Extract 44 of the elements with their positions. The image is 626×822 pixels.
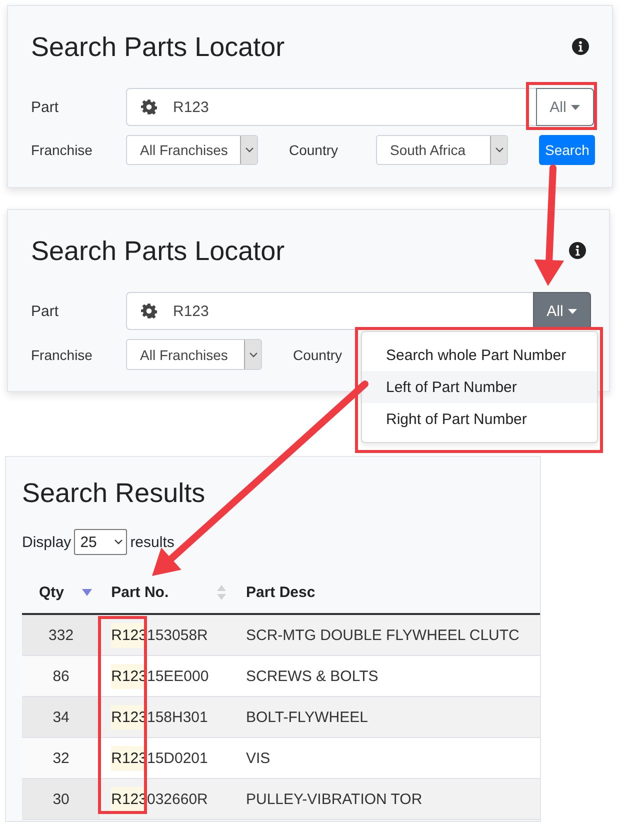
part-search-field[interactable]: R123 All — [126, 88, 594, 126]
field-label: Country — [289, 142, 340, 158]
field-label: Part — [31, 302, 60, 320]
qty-cell: 30 — [22, 778, 100, 820]
qty-cell: 34 — [22, 696, 100, 738]
chevron-icon — [114, 539, 123, 545]
caret-icon — [568, 308, 578, 314]
info-icon[interactable] — [569, 242, 586, 259]
search-button[interactable]: Search — [539, 135, 596, 165]
gear-icon[interactable] — [141, 99, 157, 115]
column-header[interactable]: Part No. — [111, 584, 169, 600]
menu-item[interactable]: Search whole Part Number — [362, 339, 597, 371]
field-label: Franchise — [31, 346, 94, 362]
column-header[interactable]: Part Desc — [246, 584, 316, 600]
franchise-select[interactable]: All Franchises — [126, 135, 258, 165]
display-label: Display — [22, 534, 72, 550]
info-icon[interactable] — [572, 38, 589, 55]
franchise-select[interactable]: All Franchises — [126, 339, 262, 370]
gear-icon[interactable] — [141, 303, 157, 319]
caret-icon — [571, 104, 580, 110]
part-search-field[interactable]: R123 All — [126, 292, 591, 330]
search-mode-button[interactable]: All — [536, 88, 594, 126]
field-label: Part — [31, 98, 60, 116]
chevron-icon — [494, 147, 504, 153]
country-select[interactable]: South Africa — [376, 135, 508, 165]
field-label: Franchise — [31, 142, 94, 158]
column-header[interactable]: Qty — [39, 584, 64, 600]
chevron-icon — [248, 352, 258, 358]
panel-title: Search Results — [22, 477, 206, 510]
qty-cell: 332 — [22, 614, 100, 656]
qty-cell: 86 — [22, 656, 100, 696]
results-label: results — [130, 534, 174, 550]
highlight-frame — [526, 82, 597, 130]
sort-descending-icon[interactable] — [82, 588, 92, 596]
menu-item[interactable]: Left of Part Number — [362, 371, 597, 403]
part-description-cell: PULLEY-VIBRATION TOR — [230, 778, 540, 820]
search-mode-button[interactable]: All — [533, 292, 591, 330]
page-size-select[interactable]: 25 — [74, 529, 128, 555]
panel-title: Search Parts Locator — [31, 235, 285, 268]
qty-cell: 32 — [22, 738, 100, 778]
panel-title: Search Parts Locator — [31, 31, 285, 64]
field-label: Country — [293, 346, 344, 362]
chevron-icon — [244, 147, 254, 153]
menu-item[interactable]: Right of Part Number — [362, 403, 597, 435]
